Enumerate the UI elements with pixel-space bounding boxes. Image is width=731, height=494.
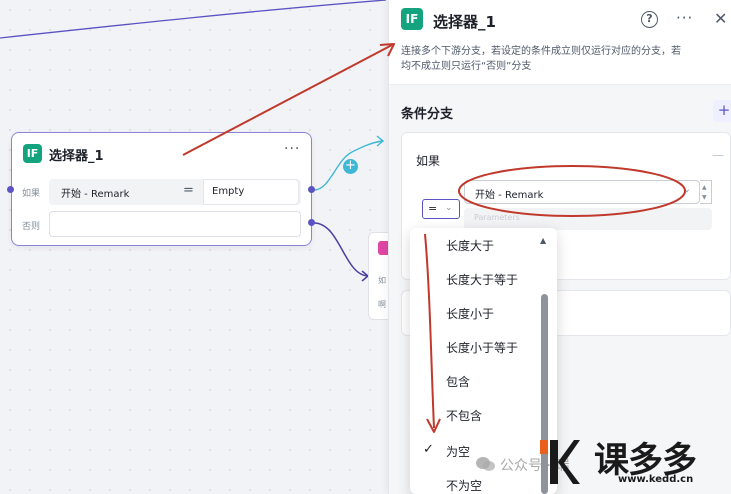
- panel-title[interactable]: 选择器_1: [433, 11, 496, 32]
- more-icon[interactable]: ···: [284, 141, 300, 157]
- wechat-icon: [476, 457, 495, 471]
- input-port[interactable]: [7, 186, 14, 193]
- kedd-logo-icon: [540, 440, 580, 484]
- close-icon[interactable]: ✕: [714, 9, 727, 28]
- else-label: 否则: [22, 222, 41, 232]
- stepper-up-icon[interactable]: ▲: [702, 184, 707, 191]
- chevron-down-icon: ⌄: [445, 203, 453, 213]
- next-node-label: 如: [378, 276, 386, 285]
- stepper-down-icon[interactable]: ▼: [702, 194, 707, 201]
- node-title: 选择器_1: [49, 149, 104, 164]
- next-node[interactable]: 如 啊: [368, 232, 390, 320]
- selector-node[interactable]: IF 选择器_1 ··· 如果 开始 - Remark = Empty 否则: [11, 132, 312, 246]
- condition-right-value: Empty: [203, 179, 299, 205]
- stepper[interactable]: ▲ ▼: [700, 180, 712, 204]
- left-value-select[interactable]: 开始 - Remark ⌄: [464, 180, 700, 204]
- add-branch-button[interactable]: +: [713, 100, 731, 122]
- dropdown-item[interactable]: 不包含: [410, 399, 540, 429]
- right-value-input[interactable]: Parameters: [464, 208, 712, 230]
- add-node-button[interactable]: +: [343, 159, 358, 174]
- watermark-url: www.kedd.cn: [618, 474, 694, 485]
- if-icon: IF: [401, 8, 423, 30]
- edge-else: [313, 222, 369, 277]
- scroll-up-icon[interactable]: ▲: [540, 236, 546, 245]
- condition-row[interactable]: 开始 - Remark = Empty: [49, 179, 301, 205]
- collapse-icon[interactable]: —: [712, 148, 724, 162]
- if-label: 如果: [22, 189, 41, 199]
- next-node-label: 啊: [378, 300, 386, 309]
- else-row[interactable]: [49, 211, 301, 237]
- dropdown-item[interactable]: 长度小于: [410, 297, 540, 327]
- condition-left-value: 开始 - Remark: [61, 189, 130, 200]
- check-icon: ✓: [423, 442, 434, 457]
- dropdown-item[interactable]: 长度大于等于: [410, 263, 540, 293]
- dropdown-item[interactable]: 包含: [410, 365, 540, 395]
- condition-operator: =: [183, 183, 194, 198]
- chevron-down-icon: ⌄: [682, 184, 691, 195]
- panel-description: 连接多个下游分支，若设定的条件成立则仅运行对应的分支，若 均不成立则只运行“否则…: [401, 46, 681, 72]
- if-output-port[interactable]: [308, 186, 315, 193]
- section-title: 条件分支: [401, 107, 454, 122]
- operator-select[interactable]: = ⌄: [422, 199, 460, 219]
- else-output-port[interactable]: [308, 219, 315, 226]
- dropdown-item[interactable]: 长度小于等于: [410, 331, 540, 361]
- edge-top: [0, 0, 387, 39]
- more-icon[interactable]: ···: [676, 9, 693, 27]
- if-icon: IF: [23, 144, 42, 163]
- dropdown-item[interactable]: ✓ 长度大于: [410, 229, 540, 259]
- branch-label: 如果: [416, 154, 441, 168]
- help-icon[interactable]: ?: [641, 11, 658, 28]
